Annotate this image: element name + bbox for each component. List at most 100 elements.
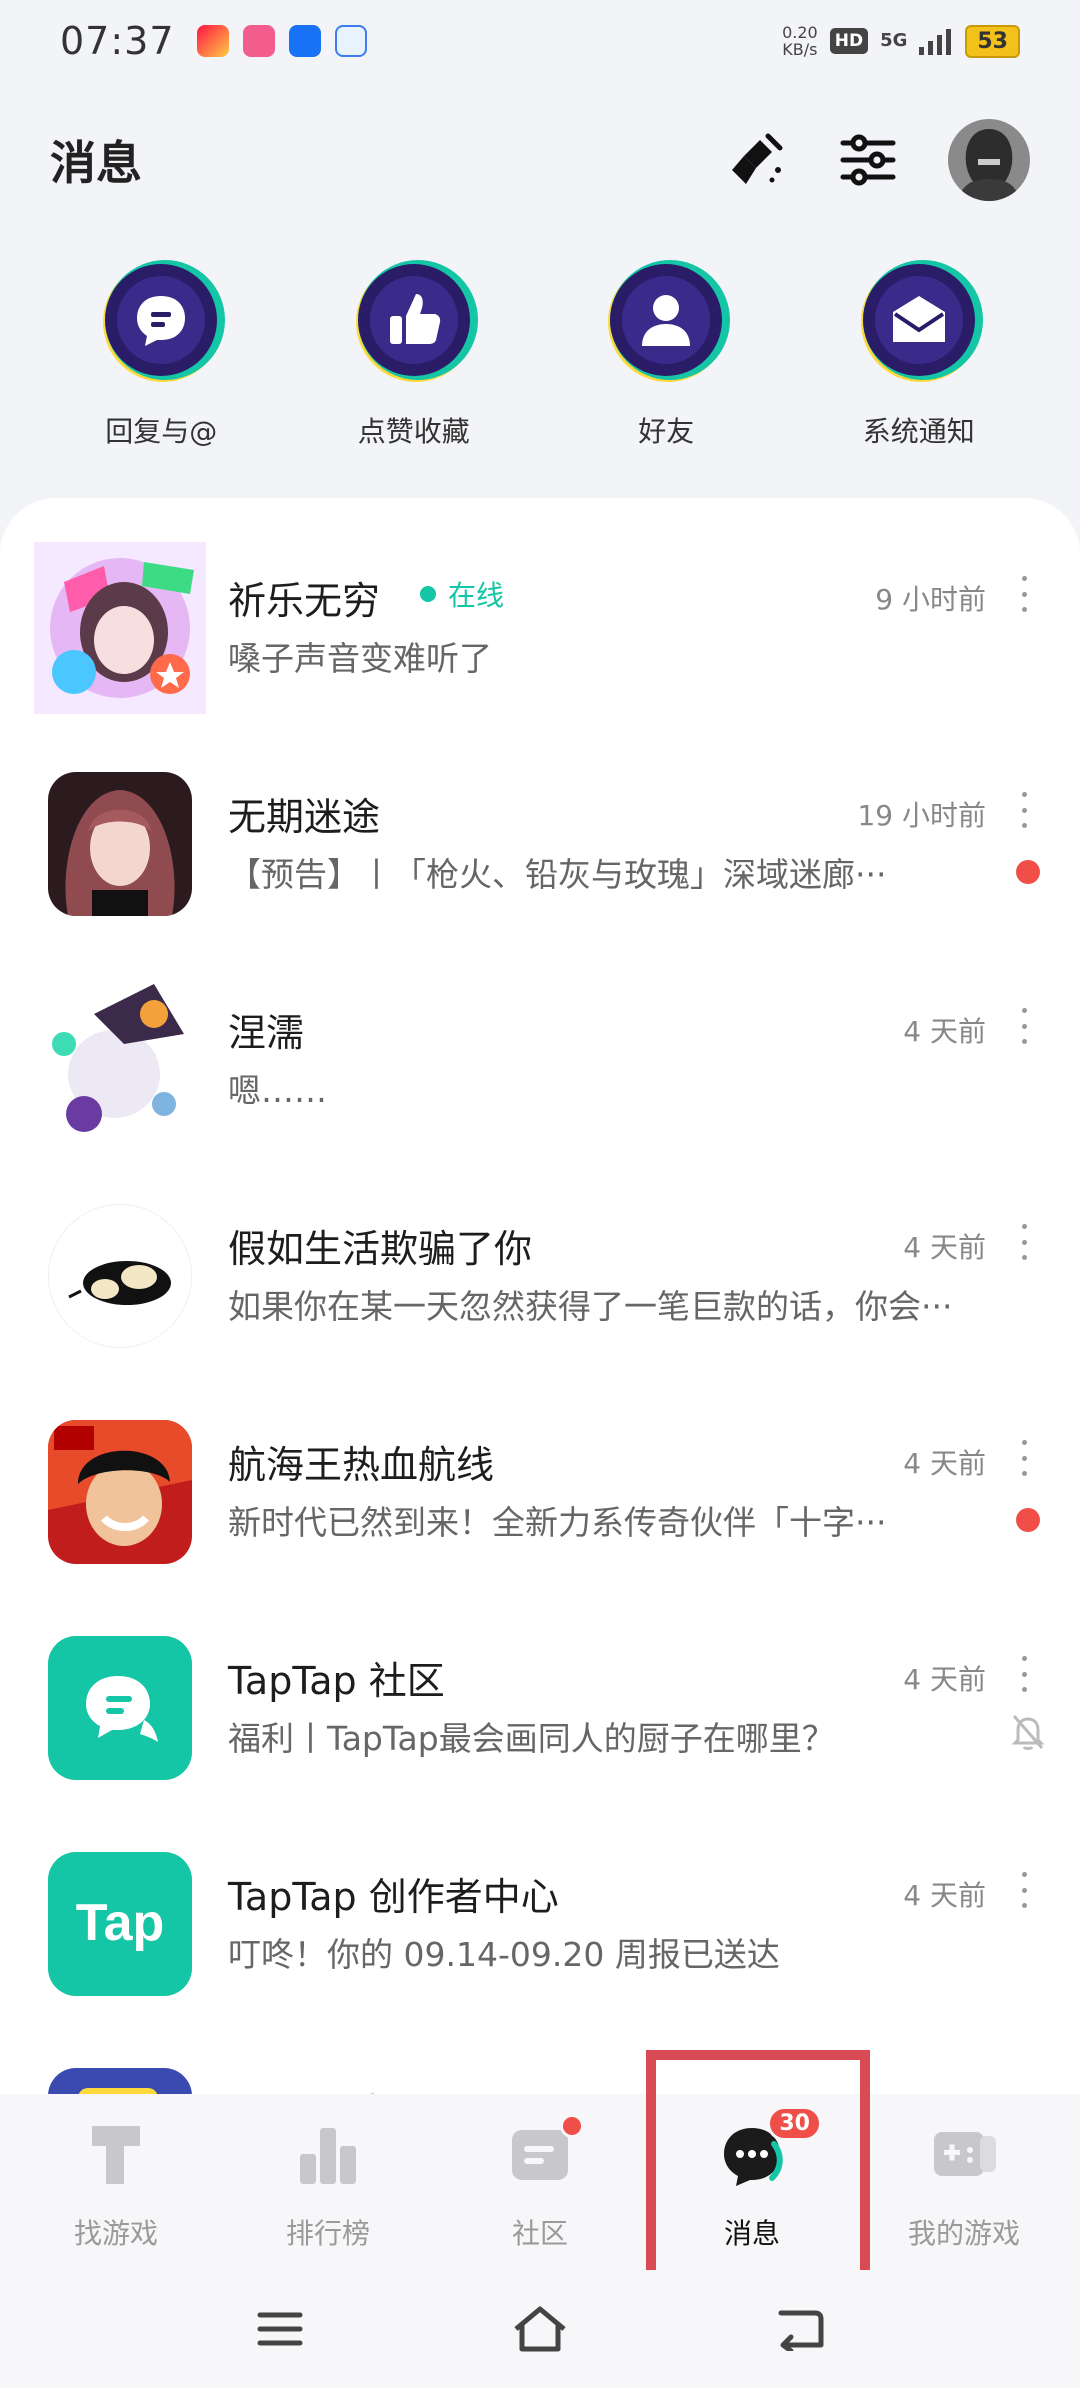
user-avatar[interactable] [948,119,1030,201]
zhihu-notification-icon [288,25,321,57]
envelope-icon [851,256,987,392]
message-preview: 嗓子声音变难听了 [228,639,492,678]
nav-community[interactable]: 社区 [440,2094,640,2252]
contact-avatar [34,974,206,1146]
contact-name: 祈乐无穷 [228,579,381,623]
list-item[interactable]: 无期迷途 19 小时前 【预告】丨「枪火、铅灰与玫瑰」深域迷廊··· [0,734,1080,950]
net-speed: 0.20 KB/s [782,23,818,59]
chat-bubble-icon [93,256,229,392]
bell-muted-icon [1010,1712,1046,1752]
message-preview: 福利丨TapTap最会画同人的厨子在哪里？ [228,1719,835,1758]
more-options-icon[interactable] [1016,792,1032,828]
nav-label: 排行榜 [285,2217,370,2250]
contact-avatar [48,1204,192,1348]
nav-ranking[interactable]: 排行榜 [228,2094,428,2252]
list-item[interactable]: 祈乐无穷 在线 9 小时前 嗓子声音变难听了 [0,518,1080,734]
message-preview: 如果你在某一天忽然获得了一笔巨款的话，你会··· [228,1287,953,1326]
message-preview: 【预告】丨「枪火、铅灰与玫瑰」深域迷廊··· [228,855,887,894]
list-item[interactable]: TapTap 社区 4 天前 福利丨TapTap最会画同人的厨子在哪里？ [0,1598,1080,1814]
message-time: 4 天前 [903,1663,986,1696]
unread-count-badge: 30 [767,2106,822,2141]
app-notification-icon [242,25,275,57]
contact-avatar [48,772,192,916]
notification-icons [196,25,367,57]
message-time: 9 小时前 [875,583,986,616]
more-options-icon[interactable] [1016,1008,1032,1044]
find-game-icon [76,2114,156,2194]
signal-indicator: 5G [880,30,908,51]
quick-label: 回复与@ [105,415,218,448]
status-bar: 07:37 0.20 KB/s HD 5G 53 [0,0,1080,82]
message-list: 祈乐无穷 在线 9 小时前 嗓子声音变难听了 无期迷途 19 小时前 【预告】丨… [0,498,1080,2098]
ranking-icon [288,2114,368,2194]
message-time: 4 天前 [903,1879,986,1912]
unread-dot [1016,1508,1040,1532]
contact-name: 涅濡 [228,1011,305,1055]
list-item[interactable]: 乖巧派对 5 天前 [0,2030,1080,2098]
clean-broom-icon[interactable] [724,128,788,192]
message-preview: 叮咚！你的 09.14-09.20 周报已送达 [228,1935,780,1974]
message-time: 4 天前 [903,1231,986,1264]
message-time: 19 小时前 [857,799,986,832]
more-options-icon[interactable] [1016,576,1032,612]
taptap-logo: Tap [48,1852,192,1996]
nav-label: 找游戏 [73,2217,158,2250]
nav-label: 社区 [511,2217,568,2250]
message-preview: 新时代已然到来！全新力系传奇伙伴「十字··· [228,1503,887,1542]
contact-name: 无期迷途 [228,795,381,839]
quick-system-notice[interactable]: 系统通知 [819,256,1019,450]
list-item[interactable]: 航海王热血航线 4 天前 新时代已然到来！全新力系传奇伙伴「十字··· [0,1382,1080,1598]
filter-settings-icon[interactable] [836,128,900,192]
taptap-community-logo [48,1636,192,1780]
app-notification-icon [196,25,229,57]
bottom-nav: 找游戏 排行榜 社区 30 消息 我的游戏 [0,2094,1080,2270]
quick-label: 好友 [638,415,695,448]
page-title: 消息 [50,136,142,190]
signal-bars-icon [919,29,952,55]
app-notification-icon [334,25,367,57]
nav-label: 消息 [723,2217,780,2250]
nav-my-games[interactable]: 我的游戏 [864,2094,1064,2252]
hd-badge: HD [829,28,869,54]
my-games-icon [924,2114,1004,2194]
quick-friends[interactable]: 好友 [566,256,766,450]
contact-name: TapTap 社区 [228,1659,445,1703]
message-preview: 嗯…… [228,1071,327,1110]
unread-dot [560,2114,584,2138]
back-icon[interactable] [770,2299,830,2359]
contact-avatar [48,1420,192,1564]
list-item[interactable]: Tap TapTap 创作者中心 4 天前 叮咚！你的 09.14-09.20 … [0,1814,1080,2030]
unread-dot [1016,860,1040,884]
menu-icon[interactable] [250,2299,310,2359]
quick-likes[interactable]: 点赞收藏 [314,256,514,450]
message-time: 4 天前 [903,1447,986,1480]
contact-name: 假如生活欺骗了你 [228,1227,533,1271]
online-dot-icon [420,586,436,602]
more-options-icon[interactable] [1016,1440,1032,1476]
battery-indicator: 53 [965,24,1020,58]
more-options-icon[interactable] [1016,1656,1032,1692]
more-options-icon[interactable] [1016,1224,1032,1260]
person-icon [598,256,734,392]
quick-actions: 回复与@ 点赞收藏 好友 系统通知 [0,256,1080,450]
list-item[interactable]: 涅濡 4 天前 嗯…… [0,950,1080,1166]
quick-label: 系统通知 [862,415,975,448]
nav-find-game[interactable]: 找游戏 [16,2094,216,2252]
contact-name: 航海王热血航线 [228,1443,495,1487]
system-nav-bar [0,2270,1080,2388]
contact-name: TapTap 创作者中心 [228,1875,559,1919]
online-status: 在线 [420,574,504,614]
quick-label: 点赞收藏 [357,415,470,448]
message-time: 4 天前 [903,1015,986,1048]
nav-messages[interactable]: 30 消息 [652,2094,852,2252]
contact-avatar [34,542,206,714]
thumbs-up-icon [346,256,482,392]
list-item[interactable]: 假如生活欺骗了你 4 天前 如果你在某一天忽然获得了一笔巨款的话，你会··· [0,1166,1080,1382]
page-header: 消息 [0,100,1080,220]
svg-text:Tap: Tap [76,1894,165,1952]
nav-label: 我的游戏 [907,2217,1020,2250]
quick-replies[interactable]: 回复与@ [61,256,261,450]
more-options-icon[interactable] [1016,1872,1032,1908]
status-time: 07:37 [60,19,175,63]
home-icon[interactable] [510,2299,570,2359]
